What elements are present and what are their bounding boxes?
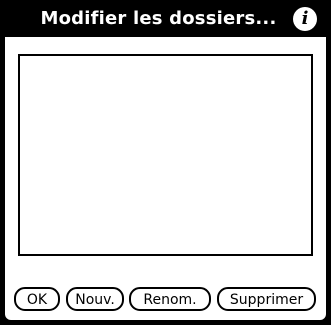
dialog-titlebar: Modifier les dossiers... i — [0, 0, 331, 38]
rename-button[interactable]: Renom. — [129, 287, 211, 311]
info-icon[interactable]: i — [293, 7, 317, 31]
dialog-title: Modifier les dossiers... — [40, 8, 277, 29]
ok-button[interactable]: OK — [14, 287, 60, 311]
edit-folders-dialog: Modifier les dossiers... i OK Nouv. Reno… — [0, 0, 331, 325]
dialog-body: OK Nouv. Renom. Supprimer — [5, 37, 326, 320]
new-button[interactable]: Nouv. — [66, 287, 124, 311]
folder-list[interactable] — [18, 54, 313, 256]
delete-button[interactable]: Supprimer — [217, 287, 316, 311]
